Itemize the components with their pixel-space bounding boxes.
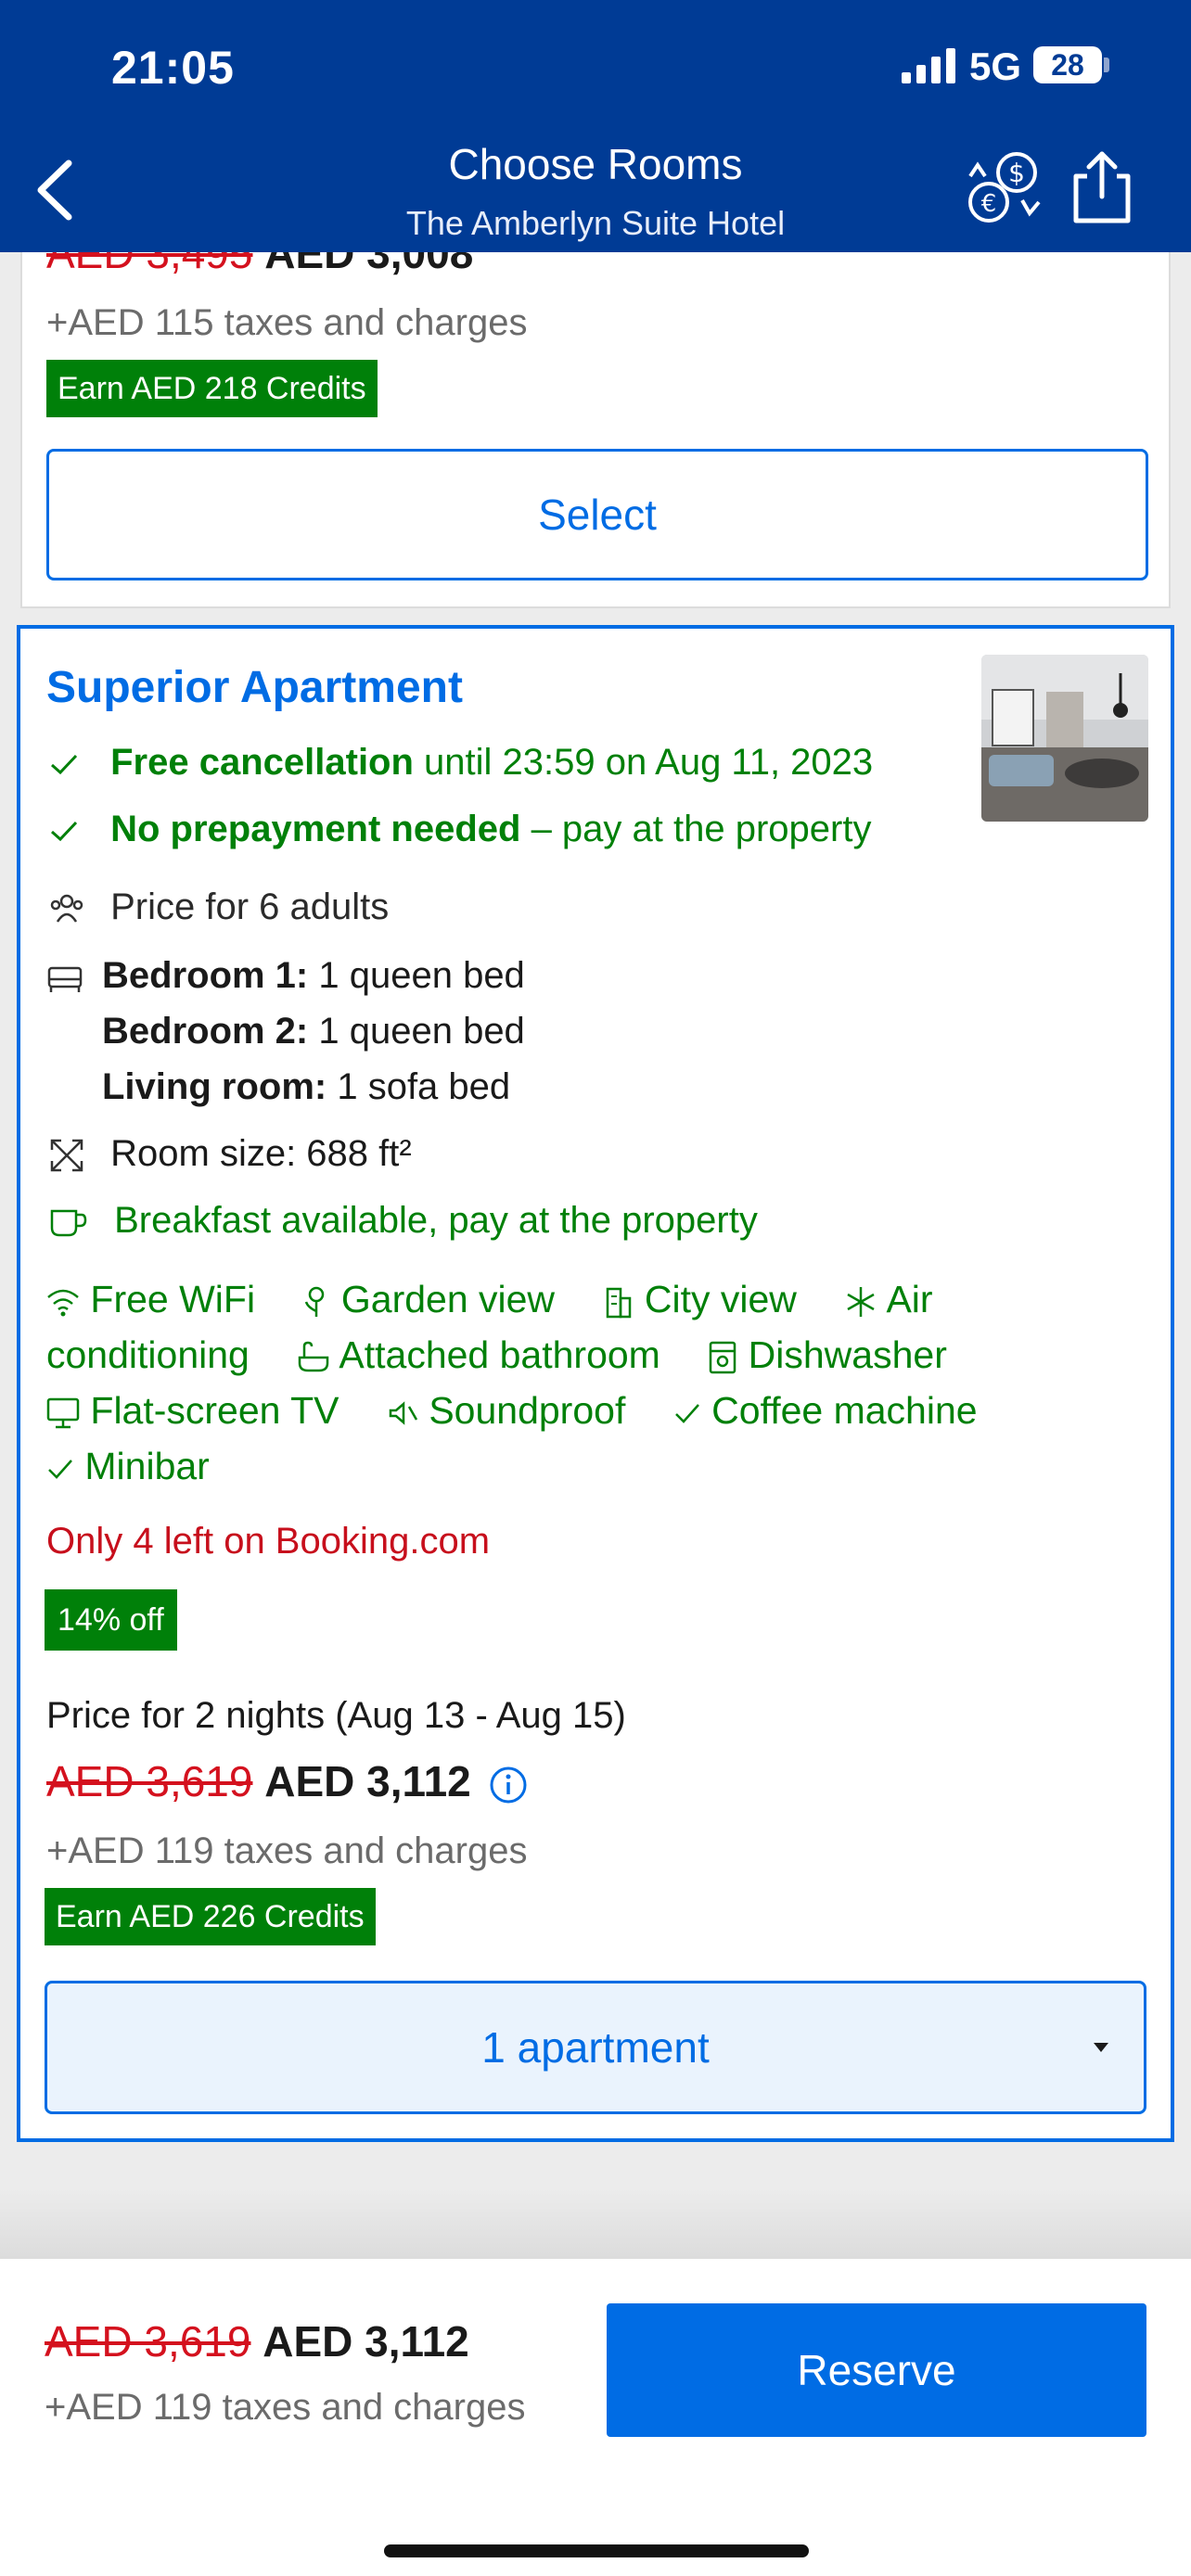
amenity-soundproof: Soundproof	[429, 1389, 626, 1432]
bed-icon	[47, 966, 83, 992]
amenities-line-2: conditioning Attached bathroom Dishwashe…	[46, 1333, 947, 1377]
amenity-city-view: City view	[644, 1278, 797, 1320]
amenities-line-1: Free WiFi Garden view City view Air	[46, 1278, 933, 1321]
tv-icon	[46, 1397, 80, 1429]
amenity-air-conditioning: Air	[886, 1278, 933, 1320]
free-cancellation-row: Free cancellation until 23:59 on Aug 11,…	[48, 742, 873, 784]
bed-config-3: Living room: 1 sofa bed	[102, 1066, 510, 1108]
network-type: 5G	[969, 45, 1022, 88]
amenity-flat-screen-tv: Flat-screen TV	[90, 1389, 339, 1432]
bed-type: 1 queen bed	[308, 1011, 525, 1052]
amenities-line-4: Minibar	[46, 1445, 210, 1488]
bed-type: 1 sofa bed	[327, 1066, 511, 1107]
garden-flower-icon	[305, 1286, 325, 1318]
bathtub-icon	[299, 1341, 329, 1372]
reserve-button[interactable]: Reserve	[607, 2303, 1146, 2437]
discounted-price: AED 3,112	[263, 2317, 469, 2366]
availability-warning: Only 4 left on Booking.com	[46, 1521, 491, 1562]
amenity-dishwasher: Dishwasher	[748, 1333, 947, 1376]
discounted-price: AED 3,112	[264, 1757, 471, 1805]
prepayment-detail: – pay at the property	[520, 809, 872, 849]
share-icon[interactable]	[1067, 148, 1137, 226]
room-photo[interactable]	[981, 655, 1148, 822]
room-size-text: Room size: 688 ft²	[110, 1133, 412, 1174]
checkmark-icon	[51, 755, 78, 775]
cellular-signal-icon	[902, 48, 955, 83]
battery-cap	[1104, 57, 1109, 72]
taxes-text: +AED 119 taxes and charges	[45, 2387, 526, 2428]
expand-size-icon	[50, 1140, 83, 1172]
checkmark-icon	[48, 1460, 72, 1479]
free-cancellation-label: Free cancellation	[110, 742, 414, 783]
home-indicator	[384, 2544, 809, 2557]
amenity-air-conditioning-cont: conditioning	[46, 1333, 250, 1376]
breakfast-row: Breakfast available, pay at the property	[48, 1200, 758, 1242]
taxes-text: +AED 115 taxes and charges	[46, 302, 528, 343]
cancellation-deadline: until 23:59 on Aug 11, 2023	[413, 742, 874, 783]
price-line: AED 3,619 AED 3,112	[46, 1756, 528, 1806]
occupancy-text: Price for 6 adults	[110, 886, 390, 927]
page-title: Choose Rooms	[448, 140, 743, 188]
dropdown-caret-icon	[1094, 2043, 1108, 2052]
discount-badge: 14% off	[45, 1589, 177, 1651]
people-group-icon	[50, 895, 83, 924]
bed-room-label: Bedroom 1:	[102, 955, 309, 996]
city-building-icon	[607, 1287, 632, 1319]
apartment-quantity-select[interactable]: 1 apartment	[45, 1981, 1146, 2114]
stay-dates: Price for 2 nights (Aug 13 - Aug 15)	[46, 1695, 626, 1736]
select-button[interactable]: Select	[46, 449, 1148, 580]
room-title[interactable]: Superior Apartment	[46, 662, 463, 713]
original-price: AED 3,619	[45, 2317, 251, 2366]
bed-config-2: Bedroom 2: 1 queen bed	[102, 1011, 525, 1052]
quantity-value: 1 apartment	[481, 2023, 710, 2072]
bed-type: 1 queen bed	[308, 955, 525, 996]
amenity-minibar: Minibar	[84, 1445, 210, 1487]
app-header: 21:05 5G 28 Choose Rooms The Amberlyn Su…	[0, 0, 1191, 252]
hotel-name: The Amberlyn Suite Hotel	[405, 204, 786, 242]
checkmark-icon	[51, 822, 78, 842]
amenity-garden-view: Garden view	[340, 1278, 556, 1320]
amenity-attached-bathroom: Attached bathroom	[339, 1333, 660, 1376]
bed-room-label: Bedroom 2:	[102, 1011, 309, 1052]
back-arrow-icon[interactable]	[32, 156, 83, 224]
dishwasher-icon	[710, 1341, 736, 1374]
no-prepayment-row: No prepayment needed – pay at the proper…	[48, 809, 871, 850]
status-time: 21:05	[111, 42, 235, 94]
total-price-line: AED 3,619 AED 3,112	[45, 2316, 469, 2366]
credits-badge: Earn AED 226 Credits	[45, 1888, 376, 1945]
credits-badge: Earn AED 218 Credits	[46, 360, 378, 417]
original-price: AED 3,619	[46, 1757, 253, 1805]
bottom-bar-shadow	[0, 2188, 1191, 2259]
battery-icon: 28	[1033, 46, 1102, 83]
taxes-text: +AED 119 taxes and charges	[46, 1830, 528, 1871]
occupancy-row: Price for 6 adults	[48, 886, 389, 928]
bed-room-label: Living room:	[102, 1066, 327, 1107]
info-icon[interactable]	[489, 1766, 528, 1804]
room-card-previous: AED 3,495 AED 3,008 +AED 115 taxes and c…	[20, 213, 1171, 608]
coffee-cup-icon	[50, 1210, 87, 1237]
snowflake-icon	[847, 1287, 875, 1318]
reserve-bar: AED 3,619 AED 3,112 +AED 119 taxes and c…	[0, 2259, 1191, 2576]
no-prepayment-label: No prepayment needed	[110, 809, 521, 849]
soundproof-icon	[389, 1401, 418, 1425]
currency-exchange-icon[interactable]: $ €	[965, 148, 1044, 226]
room-card-superior-apartment[interactable]: Superior Apartment Free cancellation unt…	[17, 625, 1174, 2142]
wifi-icon	[47, 1289, 79, 1317]
amenities-line-3: Flat-screen TV Soundproof Coffee machine	[46, 1389, 978, 1433]
bed-config-1: Bedroom 1: 1 queen bed	[102, 955, 525, 997]
svg-text:€: €	[981, 190, 997, 218]
svg-text:$: $	[1008, 158, 1025, 188]
amenity-wifi: Free WiFi	[90, 1278, 256, 1320]
amenity-coffee-machine: Coffee machine	[711, 1389, 978, 1432]
checkmark-icon	[674, 1404, 699, 1423]
breakfast-text: Breakfast available, pay at the property	[114, 1200, 758, 1241]
room-size-row: Room size: 688 ft²	[48, 1133, 412, 1175]
